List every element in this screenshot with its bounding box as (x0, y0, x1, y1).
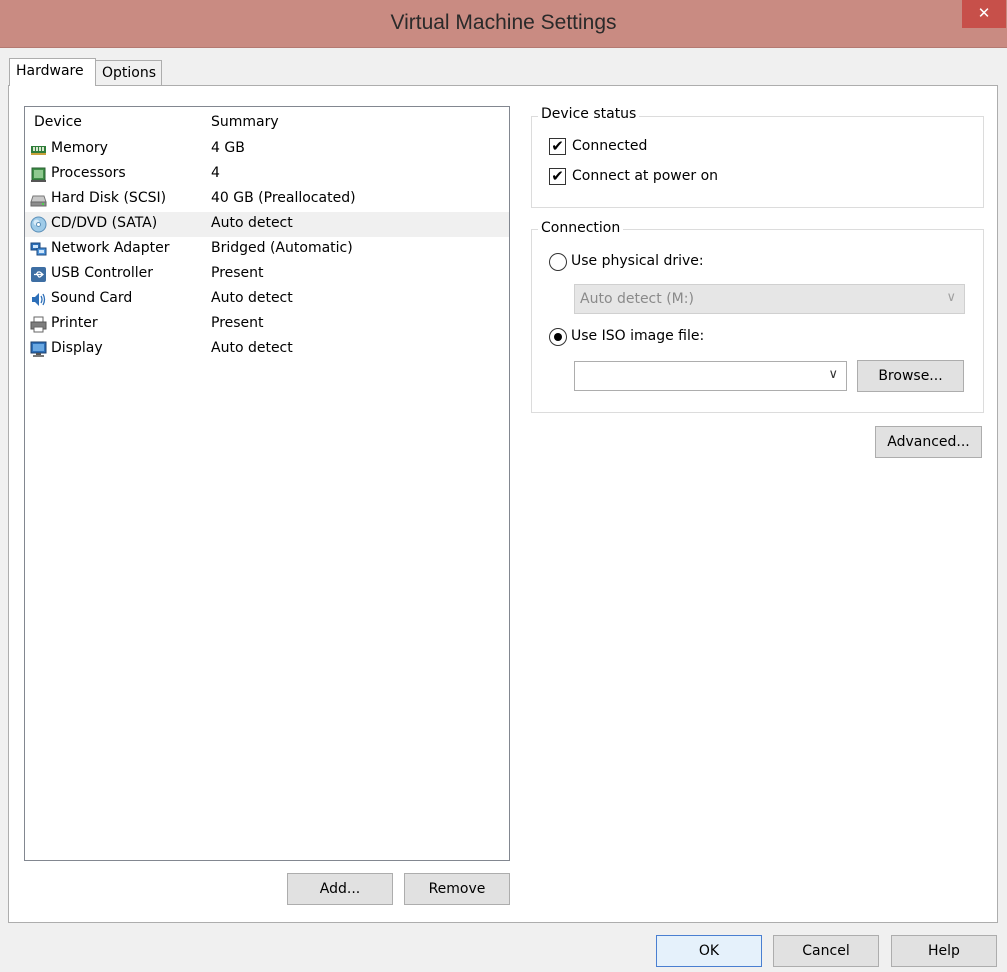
memory-icon (31, 146, 46, 155)
ok-button[interactable]: OK (656, 935, 762, 967)
device-name: Processors (51, 165, 126, 181)
device-summary: 4 GB (211, 140, 245, 156)
device-summary: Auto detect (211, 340, 293, 356)
list-header: Device Summary (25, 107, 509, 137)
device-row-cd-dvd[interactable]: CD/DVD (SATA) Auto detect (25, 212, 509, 237)
chevron-down-icon[interactable]: ∨ (828, 367, 838, 382)
add-device-button[interactable]: Add... (287, 873, 393, 905)
connection-title: Connection (538, 220, 624, 236)
device-summary: 4 (211, 165, 220, 181)
device-summary: Auto detect (211, 290, 293, 306)
window-title: Virtual Machine Settings (390, 11, 617, 34)
processor-icon (31, 167, 46, 182)
summary-column-header[interactable]: Summary (211, 114, 279, 130)
hardware-panel: Device Summary Memory 4 GB Processors 4 (8, 85, 998, 923)
hard-disk-icon (30, 195, 47, 207)
device-name: Display (51, 340, 103, 356)
physical-drive-select: Auto detect (M:) ∨ (574, 284, 965, 314)
iso-image-path-combo[interactable]: ∨ (574, 361, 847, 391)
device-column-header[interactable]: Device (34, 114, 82, 130)
help-button[interactable]: Help (891, 935, 997, 967)
device-row-processors[interactable]: Processors 4 (25, 162, 509, 187)
device-name: Printer (51, 315, 98, 331)
connect-at-power-on-label[interactable]: Connect at power on (572, 168, 718, 184)
device-summary: 40 GB (Preallocated) (211, 190, 356, 206)
browse-button[interactable]: Browse... (857, 360, 964, 392)
device-list[interactable]: Device Summary Memory 4 GB Processors 4 (24, 106, 510, 861)
physical-drive-value: Auto detect (M:) (580, 291, 694, 307)
device-row-usb-controller[interactable]: USB Controller Present (25, 262, 509, 287)
use-iso-image-radio[interactable] (549, 328, 567, 346)
device-row-display[interactable]: Display Auto detect (25, 337, 509, 362)
network-adapter-icon (30, 242, 47, 256)
cd-dvd-icon (30, 216, 47, 233)
sound-card-icon (32, 293, 46, 306)
device-summary: Bridged (Automatic) (211, 240, 353, 256)
connected-checkbox[interactable]: ✔ (549, 138, 566, 155)
remove-device-button[interactable]: Remove (404, 873, 510, 905)
cancel-button[interactable]: Cancel (773, 935, 879, 967)
display-icon (30, 341, 47, 357)
checkmark-icon: ✔ (551, 167, 564, 185)
device-status-group (531, 116, 984, 208)
use-physical-drive-radio[interactable] (549, 253, 567, 271)
printer-icon (30, 316, 47, 333)
use-iso-image-label[interactable]: Use ISO image file: (571, 328, 704, 344)
device-row-printer[interactable]: Printer Present (25, 312, 509, 337)
device-name: CD/DVD (SATA) (51, 215, 158, 231)
device-row-sound-card[interactable]: Sound Card Auto detect (25, 287, 509, 312)
device-summary: Auto detect (211, 215, 293, 231)
connected-label[interactable]: Connected (572, 138, 647, 154)
device-summary: Present (211, 265, 264, 281)
tab-hardware[interactable]: Hardware (9, 58, 96, 86)
device-summary: Present (211, 315, 264, 331)
checkmark-icon: ✔ (551, 137, 564, 155)
close-icon: ✕ (977, 4, 991, 22)
device-row-network-adapter[interactable]: Network Adapter Bridged (Automatic) (25, 237, 509, 262)
advanced-button[interactable]: Advanced... (875, 426, 982, 458)
device-row-hard-disk[interactable]: Hard Disk (SCSI) 40 GB (Preallocated) (25, 187, 509, 212)
device-name: Network Adapter (51, 240, 170, 256)
usb-icon (31, 267, 46, 282)
device-status-title: Device status (538, 106, 640, 122)
device-name: Hard Disk (SCSI) (51, 190, 167, 206)
close-button[interactable]: ✕ (962, 0, 1006, 28)
chevron-down-icon: ∨ (946, 290, 956, 305)
device-name: Memory (51, 140, 108, 156)
use-physical-drive-label[interactable]: Use physical drive: (571, 253, 704, 269)
device-row-memory[interactable]: Memory 4 GB (25, 137, 509, 162)
connect-at-power-on-checkbox[interactable]: ✔ (549, 168, 566, 185)
device-name: Sound Card (51, 290, 133, 306)
tab-options[interactable]: Options (95, 60, 162, 86)
device-name: USB Controller (51, 265, 154, 281)
